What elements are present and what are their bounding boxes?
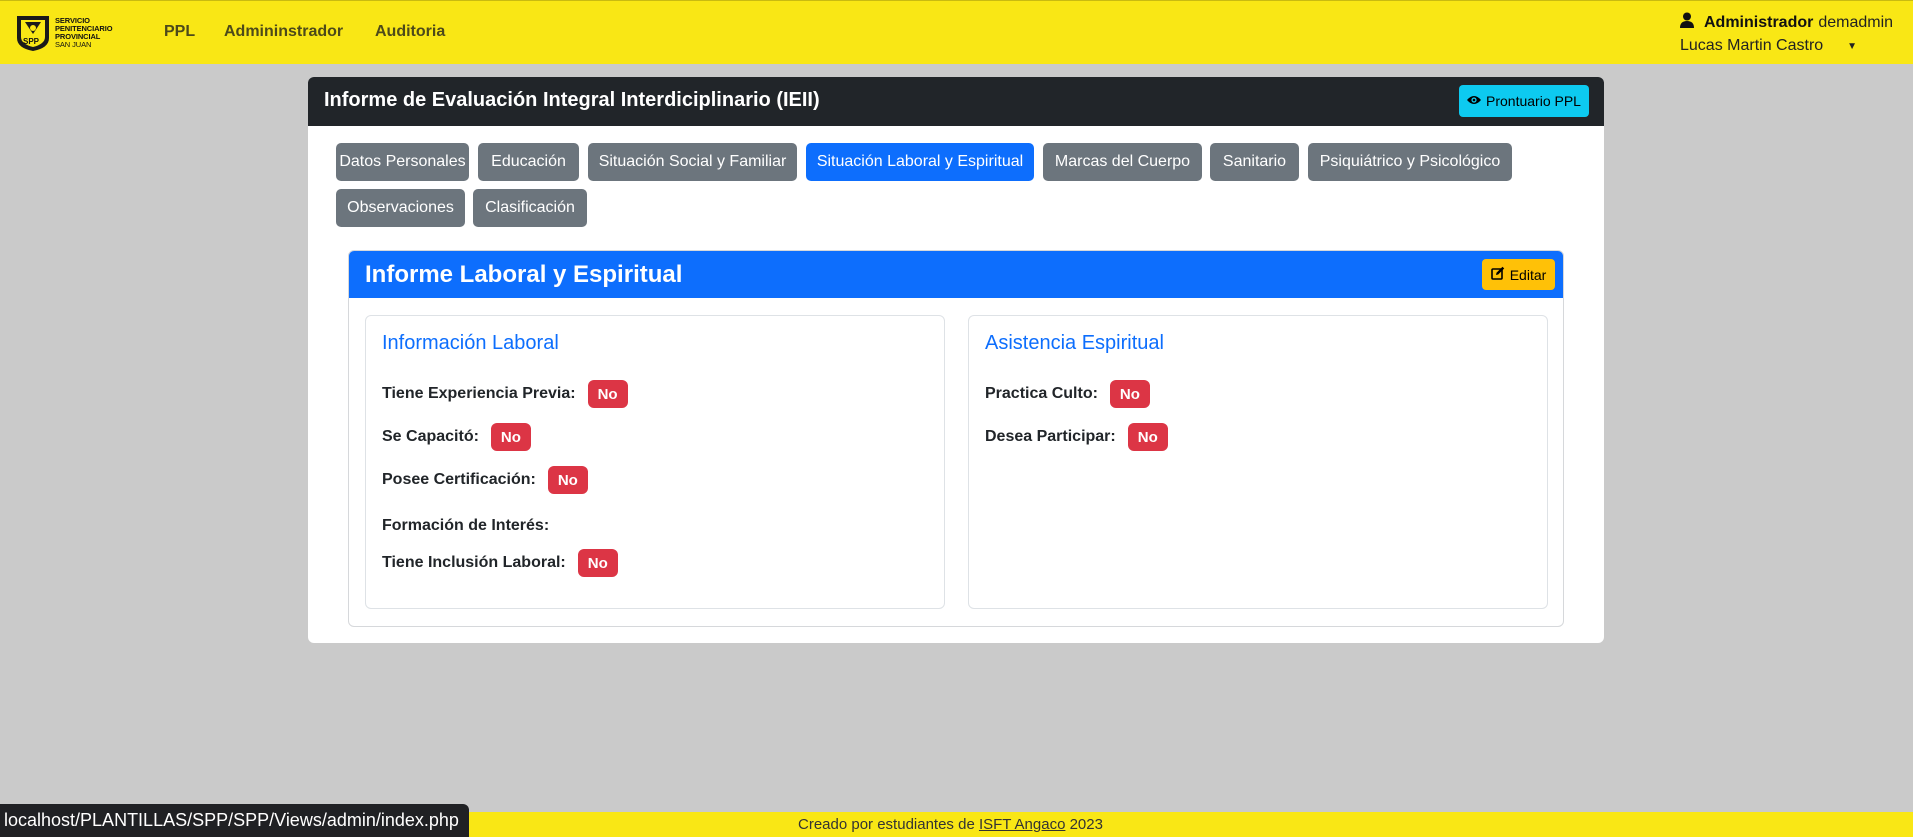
tab-datos-personales[interactable]: Datos Personales — [336, 143, 469, 181]
field-se-capacito: Se Capacitó: No — [382, 423, 531, 451]
tab-marcas-del-cuerpo[interactable]: Marcas del Cuerpo — [1043, 143, 1202, 181]
footer-credit: Creado por estudiantes de ISFT Angaco 20… — [798, 816, 1103, 833]
report-card: Informe Laboral y Espiritual Editar Info… — [348, 250, 1564, 627]
page-title: Informe de Evaluación Integral Interdici… — [324, 89, 820, 111]
status-badge: No — [587, 380, 628, 408]
footer-prefix: Creado por estudiantes de — [798, 816, 975, 833]
tab-educacion[interactable]: Educación — [478, 143, 579, 181]
status-badge: No — [1109, 380, 1150, 408]
card-header: Informe de Evaluación Integral Interdici… — [308, 77, 1604, 126]
tab-psiquiatrico[interactable]: Psiquiátrico y Psicológico — [1308, 143, 1512, 181]
edit-label: Editar — [1509, 266, 1547, 283]
status-badge: No — [490, 423, 531, 451]
logo-line: San Juan — [55, 40, 92, 49]
caret-down-icon[interactable]: ▼ — [1847, 41, 1857, 52]
report-header: Informe Laboral y Espiritual Editar — [349, 251, 1563, 298]
tab-situacion-social[interactable]: Situación Social y Familiar — [588, 143, 797, 181]
field-label: Practica Culto: — [985, 385, 1098, 402]
panel-title-espiritual: Asistencia Espiritual — [985, 332, 1164, 354]
status-badge: No — [577, 549, 618, 577]
spp-seal-icon: SPP — [15, 14, 51, 52]
tab-sanitario[interactable]: Sanitario — [1210, 143, 1299, 181]
field-formacion-de-interes: Formación de Interés: — [382, 512, 561, 540]
footer-link-isft[interactable]: ISFT Angaco — [979, 816, 1065, 833]
nav-link-ppl[interactable]: PPL — [164, 23, 195, 41]
nav-link-administrador[interactable]: Admininstrador — [224, 23, 343, 41]
field-desea-participar: Desea Participar: No — [985, 423, 1168, 451]
prontuario-ppl-button[interactable]: Prontuario PPL — [1459, 85, 1589, 117]
user-role: Administrador — [1704, 13, 1814, 31]
tab-situacion-laboral[interactable]: Situación Laboral y Espiritual — [806, 143, 1034, 181]
status-badge: No — [1127, 423, 1168, 451]
field-label: Posee Certificación: — [382, 471, 536, 488]
user-icon — [1680, 12, 1694, 33]
spp-logo[interactable]: SPP Servicio Penitenciario Provincial Sa… — [15, 13, 119, 53]
field-practica-culto: Practica Culto: No — [985, 380, 1150, 408]
field-inclusion-laboral: Tiene Inclusión Laboral: No — [382, 549, 618, 577]
user-menu[interactable]: Administrador demadmin Lucas Martin Cast… — [1680, 12, 1893, 55]
tab-clasificacion[interactable]: Clasificación — [473, 189, 587, 227]
nav-link-auditoria[interactable]: Auditoria — [375, 23, 445, 41]
field-posee-certificacion: Posee Certificación: No — [382, 466, 588, 494]
edit-button[interactable]: Editar — [1482, 259, 1555, 290]
status-badge: No — [547, 466, 588, 494]
edit-icon — [1490, 266, 1505, 283]
status-bar-url: localhost/PLANTILLAS/SPP/SPP/Views/admin… — [0, 804, 469, 837]
tab-observaciones[interactable]: Observaciones — [336, 189, 465, 227]
panel-informacion-laboral: Información Laboral Tiene Experiencia Pr… — [365, 315, 945, 609]
panel-asistencia-espiritual: Asistencia Espiritual Practica Culto: No… — [968, 315, 1548, 609]
field-label: Se Capacitó: — [382, 428, 479, 445]
user-full-name: Lucas Martin Castro — [1680, 37, 1824, 54]
logo-text: Servicio Penitenciario Provincial San Ju… — [55, 17, 113, 49]
field-label: Tiene Inclusión Laboral: — [382, 554, 566, 571]
report-title: Informe Laboral y Espiritual — [365, 261, 683, 288]
field-label: Tiene Experiencia Previa: — [382, 385, 576, 402]
prontuario-ppl-label: Prontuario PPL — [1486, 93, 1581, 109]
logo-abbr: SPP — [23, 37, 40, 46]
field-label: Formación de Interés: — [382, 517, 550, 534]
eye-icon — [1467, 93, 1482, 109]
footer-year: 2023 — [1069, 816, 1103, 833]
field-experiencia-previa: Tiene Experiencia Previa: No — [382, 380, 628, 408]
user-username: demadmin — [1818, 13, 1894, 31]
top-navbar: SPP Servicio Penitenciario Provincial Sa… — [0, 0, 1913, 64]
field-label: Desea Participar: — [985, 428, 1116, 445]
ieii-card: Informe de Evaluación Integral Interdici… — [308, 77, 1604, 643]
panel-title-laboral: Información Laboral — [382, 332, 559, 354]
